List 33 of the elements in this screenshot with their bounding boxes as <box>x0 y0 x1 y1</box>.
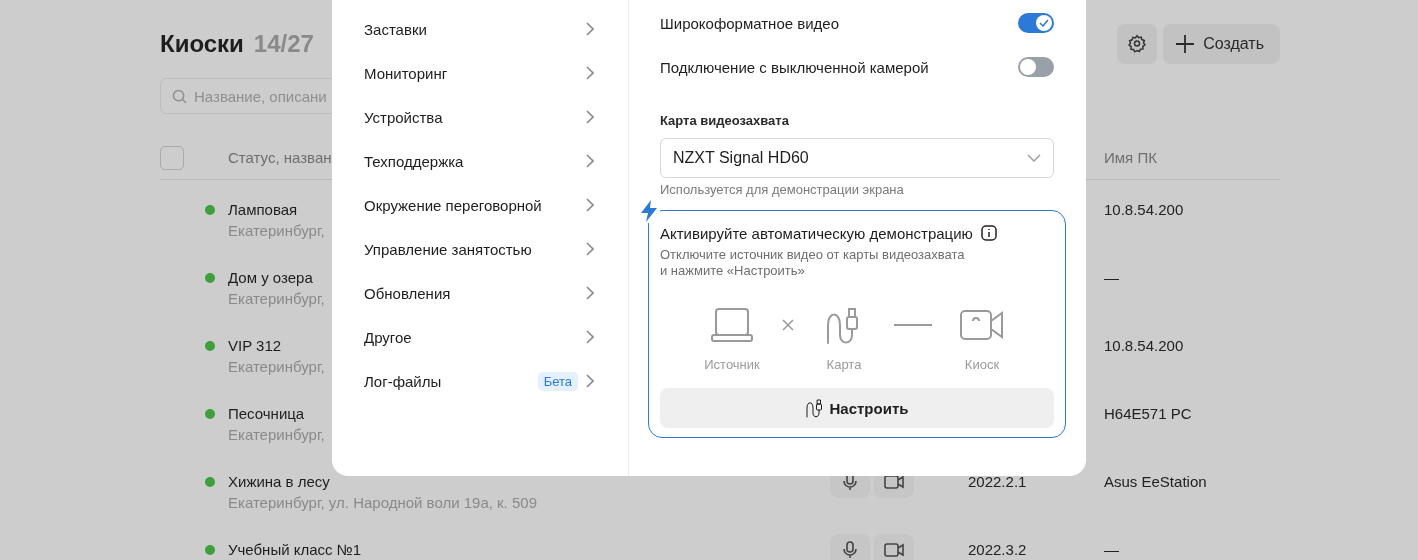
toggle-label: Подключение с выключенной камерой <box>660 58 929 76</box>
kiosk-address: Екатеринбург, ул. Народной воли 19а, к. 509 <box>228 493 537 513</box>
kiosk-name: Хижина в лесу <box>228 472 330 492</box>
pc-name-cell: 10.8.54.200 <box>1104 336 1184 356</box>
card-title: Активируйте автоматическую демонстрацию <box>660 224 973 242</box>
toggle-label: Широкоформатное видео <box>660 14 840 32</box>
page-title: Киоски <box>160 30 244 58</box>
step-label: Киоск <box>964 357 1000 372</box>
kiosk-name: VIP 312 <box>228 336 282 356</box>
pc-name-cell: H64E571 PC <box>1104 404 1192 424</box>
version-cell: 2022.2.1 <box>968 473 1027 490</box>
kiosk-address: Екатеринбург, <box>228 289 325 309</box>
beta-badge: Бета <box>537 371 578 391</box>
field-label: Карта видеозахвата <box>660 112 790 130</box>
step-label: Карта <box>826 357 862 372</box>
column-header: Имя ПК <box>1104 149 1157 166</box>
pc-name-cell: — <box>1104 268 1119 288</box>
kiosk-name: Песочница <box>228 404 305 424</box>
pc-name-cell: — <box>1104 540 1119 560</box>
kiosk-name: Дом у озера <box>228 268 313 288</box>
version-cell: 2022.3.2 <box>968 541 1027 558</box>
kiosk-name: Ламповая <box>228 200 298 220</box>
kiosk-address: Екатеринбург, <box>228 357 325 377</box>
kiosk-count: 14/27 <box>253 30 314 58</box>
pc-name-cell: 10.8.54.200 <box>1104 200 1184 220</box>
pc-name-cell: Asus EeStation <box>1104 472 1207 492</box>
kiosk-name: Учебный класс №1 <box>228 540 362 560</box>
field-hint: Используется для демонстрации экрана <box>660 182 905 198</box>
column-header: Статус, назван <box>228 149 332 166</box>
kiosk-address: Екатеринбург, <box>228 221 325 241</box>
card-description: Отключите источник видео от карты видеозахвата и нажмите «Настроить» <box>660 247 966 279</box>
step-label: Источник <box>704 357 760 372</box>
kiosk-address: Екатеринбург, <box>228 425 325 445</box>
